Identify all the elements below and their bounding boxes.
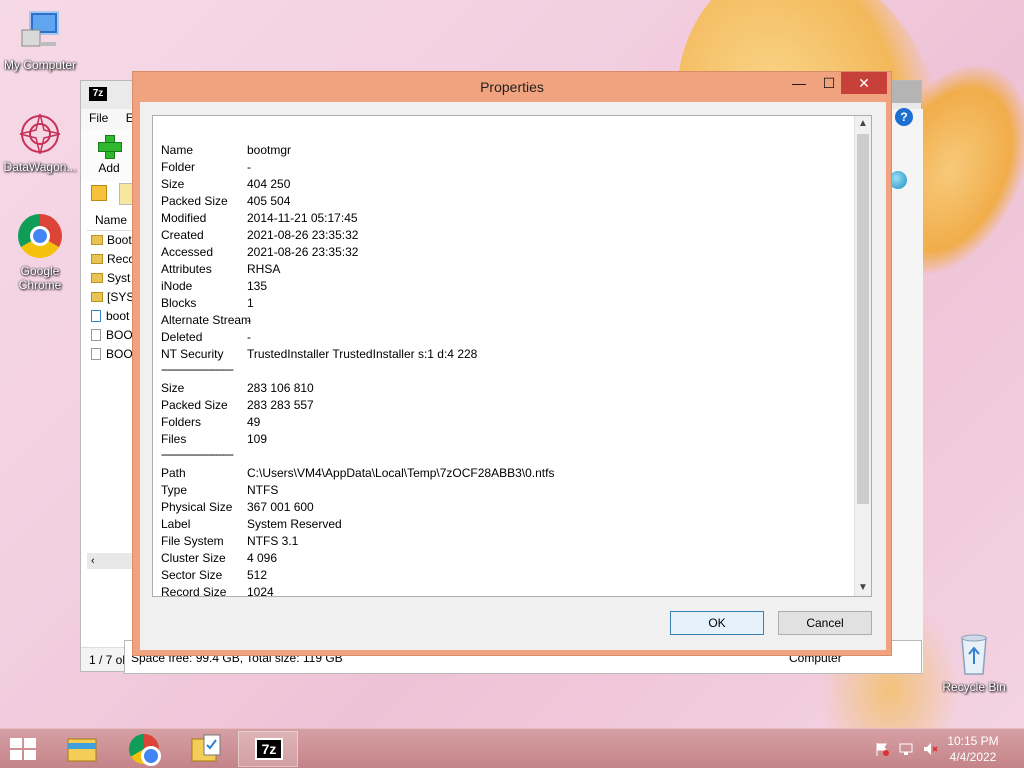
datawagon-icon [16, 110, 64, 158]
taskbar-file-explorer[interactable] [52, 731, 112, 767]
close-button[interactable]: ✕ [841, 72, 887, 94]
action-center-flag-icon[interactable] [874, 741, 890, 757]
properties-rows: Name bootmgr Folder - Size 404 250 Packed S… [161, 142, 851, 597]
file-icon [91, 348, 101, 360]
folder-icon [91, 235, 103, 245]
desktop-icon-recycle-bin[interactable]: Recycle Bin [934, 630, 1014, 694]
property-row: iNode 135 [161, 279, 268, 293]
taskbar-folder-tasks[interactable] [176, 731, 236, 767]
window-right-edge [891, 109, 923, 673]
file-icon [91, 329, 101, 341]
taskbar-google-chrome[interactable] [114, 731, 174, 767]
clock-time: 10:15 PM [947, 734, 999, 748]
property-row: Size 283 106 810 [161, 381, 314, 395]
property-row: Path C:\Users\VM4\AppData\Local\Temp\7zOC… [161, 466, 555, 480]
property-row: File System NTFS 3.1 [161, 534, 299, 548]
dialog-title: Properties [480, 79, 544, 95]
property-row: Blocks 1 [161, 296, 254, 310]
volume-muted-icon[interactable] [922, 741, 938, 757]
list-item[interactable]: BOO [87, 326, 137, 345]
list-header [153, 116, 855, 138]
property-row: Alternate Stream - [161, 313, 252, 327]
plus-icon [98, 135, 122, 159]
maximize-button[interactable]: ☐ [815, 72, 843, 94]
folder-icon [91, 292, 103, 302]
property-row: NT Security TrustedInstaller TrustedInsta… [161, 347, 478, 361]
property-row: Packed Size 283 283 557 [161, 398, 314, 412]
column-header-name[interactable]: Name [87, 209, 137, 231]
vertical-scrollbar[interactable]: ▲ ▼ [854, 116, 871, 596]
dialog-client: Name bootmgr Folder - Size 404 250 Packed S… [140, 102, 886, 650]
chrome-icon [129, 734, 161, 766]
cancel-button[interactable]: Cancel [778, 611, 872, 635]
list-item[interactable]: boot [87, 307, 137, 326]
folder-icon [91, 254, 103, 264]
property-row: Type NTFS [161, 483, 279, 497]
ok-button[interactable]: OK [670, 611, 764, 635]
file-icon [91, 310, 101, 322]
file-explorer-icon [67, 738, 97, 762]
properties-list[interactable]: Name bootmgr Folder - Size 404 250 Packed S… [152, 115, 872, 597]
chevron-down-icon[interactable]: ▼ [855, 580, 871, 596]
list-item[interactable]: Syst [87, 269, 137, 288]
close-button[interactable] [889, 81, 921, 103]
start-button[interactable] [10, 738, 38, 760]
folder-tasks-icon [191, 734, 221, 762]
horizontal-scrollbar[interactable]: ‹ [87, 553, 133, 569]
property-row: Size 404 250 [161, 177, 291, 191]
minimize-button[interactable]: — [785, 72, 813, 94]
property-row: Folders 49 [161, 415, 261, 429]
desktop-icon-datawagon[interactable]: DataWagon... [0, 110, 80, 174]
property-row: Packed Size 405 504 [161, 194, 291, 208]
separator-line: ------------------------ [161, 362, 234, 376]
menu-file[interactable]: File [89, 111, 108, 125]
desktop-icon-my-computer[interactable]: My Computer [0, 8, 80, 72]
list-item[interactable]: BOO [87, 345, 137, 364]
chevron-up-icon[interactable]: ▲ [855, 116, 871, 132]
folder-icon [91, 273, 103, 283]
property-row: Modified 2014-11-21 05:17:45 [161, 211, 358, 225]
taskbar-7zip[interactable]: 7z [238, 731, 298, 767]
help-icon[interactable]: ? [895, 108, 913, 126]
property-row: Created 2021-08-26 23:35:32 [161, 228, 359, 242]
property-row: Physical Size 367 001 600 [161, 500, 314, 514]
scrollbar-thumb[interactable] [857, 134, 869, 504]
add-button[interactable]: Add [89, 135, 129, 175]
property-row: Folder - [161, 160, 251, 174]
recycle-bin-icon [950, 630, 998, 678]
property-row: Label System Reserved [161, 517, 342, 531]
chrome-icon [18, 214, 62, 258]
property-row: Accessed 2021-08-26 23:35:32 [161, 245, 359, 259]
up-folder-icon[interactable] [91, 185, 107, 201]
property-row: Files 109 [161, 432, 268, 446]
property-row: Name bootmgr [161, 143, 292, 157]
property-row: Record Size 1024 [161, 585, 274, 597]
property-row: Deleted - [161, 330, 251, 344]
chevron-left-icon[interactable]: ‹ [91, 553, 95, 569]
taskbar: 7z 10:15 PM 4/4/2022 [0, 728, 1024, 768]
sevenzip-app-icon: 7z [89, 87, 107, 101]
properties-dialog[interactable]: Properties — ☐ ✕ Name bootmgr Folder - Siz… [132, 71, 892, 656]
property-row: Sector Size 512 [161, 568, 268, 582]
network-icon[interactable] [898, 741, 914, 757]
property-row: Cluster Size 4 096 [161, 551, 278, 565]
computer-icon [16, 8, 64, 56]
file-list[interactable]: Name Boot Reco Syst [SYS boot BOO BOO [87, 209, 137, 364]
clock-date: 4/4/2022 [949, 750, 997, 764]
separator-line: ------------------------ [161, 447, 234, 461]
list-item[interactable]: Boot [87, 231, 137, 250]
list-item[interactable]: Reco [87, 250, 137, 269]
list-item[interactable]: [SYS [87, 288, 137, 307]
system-clock[interactable]: 10:15 PM 4/4/2022 [940, 733, 1006, 765]
desktop-icon-google-chrome[interactable]: Google Chrome [0, 214, 80, 292]
sevenzip-icon: 7z [255, 738, 283, 760]
property-row: Attributes RHSA [161, 262, 281, 276]
